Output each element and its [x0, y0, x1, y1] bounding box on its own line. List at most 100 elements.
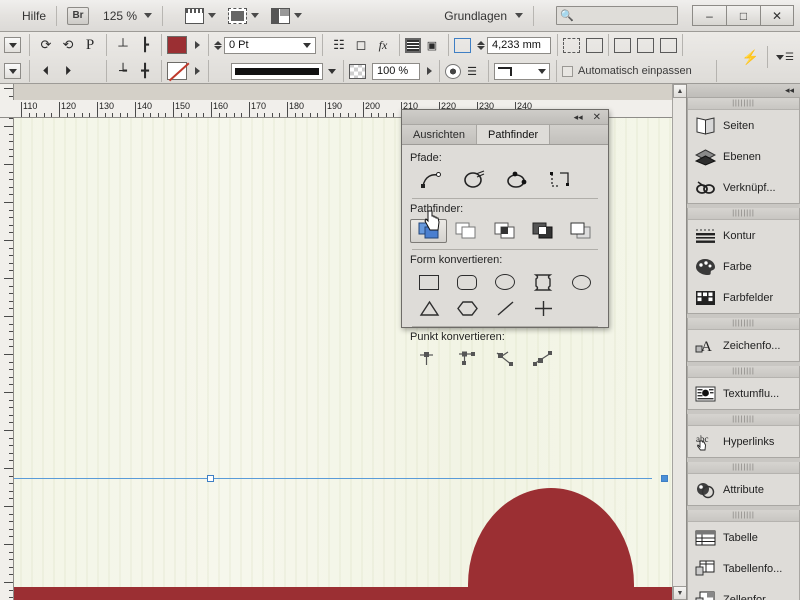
chevron-down-icon[interactable]: [515, 13, 523, 18]
beveled-rectangle-icon[interactable]: [486, 269, 524, 295]
plain-point-icon[interactable]: [410, 346, 448, 372]
selection-handle-right[interactable]: [661, 475, 668, 482]
object-preset-dropdown-2[interactable]: [4, 63, 21, 79]
add-shape-icon[interactable]: [410, 219, 448, 243]
corner-options-icon[interactable]: [454, 37, 471, 53]
text-frame-options-icon[interactable]: ▣: [421, 35, 443, 55]
close-icon[interactable]: ✕: [593, 112, 601, 123]
fit-frame-to-content-icon[interactable]: [563, 37, 580, 53]
reference-point-icon[interactable]: P: [79, 35, 101, 55]
fill-color-dropdown-icon[interactable]: [195, 41, 200, 49]
text-align-bottom-icon[interactable]: ☰: [461, 61, 483, 81]
arrange-documents-button[interactable]: [271, 7, 303, 24]
red-dome-shape[interactable]: [468, 488, 634, 588]
dock-item-seiten[interactable]: Seiten: [688, 110, 799, 141]
reverse-path-icon[interactable]: [496, 167, 537, 193]
drop-shadow-button[interactable]: ◻: [350, 35, 372, 55]
exclude-overlap-icon[interactable]: [524, 218, 562, 244]
zoom-level-control[interactable]: 125 %: [103, 9, 153, 23]
opacity-dropdown-icon[interactable]: [427, 67, 432, 75]
polygon-icon[interactable]: [448, 295, 486, 321]
dock-group-grip[interactable]: ||||||||: [688, 98, 799, 110]
join-path-icon[interactable]: [539, 167, 580, 193]
workspace-switcher[interactable]: Grundlagen: [444, 9, 523, 23]
fit-content-to-frame-icon[interactable]: [586, 37, 603, 53]
collapse-icon[interactable]: ◂◂: [574, 112, 583, 123]
chevron-down-icon[interactable]: [303, 42, 311, 48]
minus-back-icon[interactable]: [562, 218, 600, 244]
stroke-color-swatch[interactable]: [167, 62, 187, 80]
dock-item-attribute[interactable]: Attribute: [688, 474, 799, 505]
corner-radius-field[interactable]: 4,233 mm: [487, 36, 551, 54]
intersect-shape-icon[interactable]: [486, 218, 524, 244]
close-path-icon[interactable]: [453, 167, 494, 193]
fit-content-proportionally-icon[interactable]: [614, 37, 631, 53]
close-button[interactable]: ✕: [760, 5, 794, 26]
dock-item-tabellenfo[interactable]: Tabellenfo...: [688, 553, 799, 584]
dock-group-grip[interactable]: ||||||||: [688, 366, 799, 378]
selection-handle-center[interactable]: [207, 475, 214, 482]
dock-group-grip[interactable]: ||||||||: [688, 462, 799, 474]
dock-item-farbe[interactable]: Farbe: [688, 251, 799, 282]
dock-item-farbfelder[interactable]: Farbfelder: [688, 282, 799, 313]
chevron-down-icon[interactable]: [538, 68, 546, 74]
dock-group-grip[interactable]: ||||||||: [688, 318, 799, 330]
corner-shape-field[interactable]: [494, 62, 550, 80]
dock-item-textumflu[interactable]: Textumflu...: [688, 378, 799, 409]
effects-button[interactable]: fx: [372, 35, 394, 55]
flip-vertical-button[interactable]: ⏵: [57, 61, 79, 81]
dock-group-grip[interactable]: ||||||||: [688, 510, 799, 522]
chevron-down-icon[interactable]: [251, 13, 260, 18]
red-bar-shape[interactable]: [14, 587, 672, 600]
vertical-scrollbar[interactable]: ▲ ▼: [672, 84, 687, 600]
rectangle-icon[interactable]: [410, 269, 448, 295]
search-input[interactable]: 🔍: [556, 6, 678, 25]
text-align-center-icon[interactable]: [445, 63, 461, 79]
fill-color-swatch[interactable]: [167, 36, 187, 54]
symmetrical-point-icon[interactable]: [524, 346, 562, 372]
select-content-button[interactable]: ☷: [328, 35, 350, 55]
inverse-rounded-rectangle-icon[interactable]: [524, 269, 562, 295]
scroll-up-button[interactable]: ▲: [673, 84, 687, 98]
line-icon[interactable]: [486, 295, 524, 321]
stepper-up-icon[interactable]: [214, 40, 222, 45]
stepper-up-icon[interactable]: [477, 40, 485, 45]
vertical-ruler[interactable]: [0, 84, 14, 600]
stepper-down-icon[interactable]: [477, 45, 485, 50]
chevron-down-icon[interactable]: [328, 68, 336, 74]
pathfinder-panel-titlebar[interactable]: ◂◂ ✕: [402, 110, 608, 125]
object-preset-dropdown-1[interactable]: [4, 37, 21, 53]
scroll-down-button[interactable]: ▼: [673, 586, 687, 600]
open-path-icon[interactable]: [410, 167, 451, 193]
center-content-icon[interactable]: [660, 37, 677, 53]
view-options-button[interactable]: [185, 7, 217, 24]
align-bottom-button[interactable]: ┶: [112, 61, 134, 81]
rotate-clockwise-button[interactable]: ⟳: [35, 35, 57, 55]
dock-item-zellenfor[interactable]: Zellenfor...: [688, 584, 799, 600]
reference-point-bottom-icon[interactable]: [79, 61, 101, 81]
dock-group-grip[interactable]: ||||||||: [688, 208, 799, 220]
collapse-icon[interactable]: ◂◂: [785, 85, 794, 96]
align-top-button[interactable]: ┴: [112, 35, 134, 55]
pathfinder-panel[interactable]: ◂◂ ✕ Ausrichten Pathfinder Pfade: Pathfi…: [401, 109, 609, 366]
corner-radius-stepper[interactable]: [477, 40, 485, 50]
subtract-shape-icon[interactable]: [447, 218, 485, 244]
panel-menu-icon[interactable]: ☰: [776, 52, 794, 63]
tab-pathfinder[interactable]: Pathfinder: [476, 125, 551, 144]
selection-path[interactable]: [14, 478, 652, 479]
stroke-type-field[interactable]: [231, 62, 323, 80]
ellipse-icon[interactable]: [562, 269, 600, 295]
dock-item-ebenen[interactable]: Ebenen: [688, 141, 799, 172]
tab-ausrichten[interactable]: Ausrichten: [402, 125, 477, 144]
bridge-button[interactable]: Br: [67, 6, 90, 25]
stroke-weight-stepper[interactable]: [214, 40, 222, 50]
dock-group-grip[interactable]: ||||||||: [688, 414, 799, 426]
triangle-icon[interactable]: [410, 295, 448, 321]
dock-item-verkn-pf[interactable]: Verknüpf...: [688, 172, 799, 203]
rounded-rectangle-icon[interactable]: [448, 269, 486, 295]
quick-apply-icon[interactable]: ⚡: [742, 49, 759, 66]
auto-fit-checkbox[interactable]: Automatisch einpassen: [562, 65, 692, 77]
opacity-icon[interactable]: [349, 63, 366, 79]
smooth-point-icon[interactable]: [486, 346, 524, 372]
chevron-down-icon[interactable]: [208, 13, 217, 18]
